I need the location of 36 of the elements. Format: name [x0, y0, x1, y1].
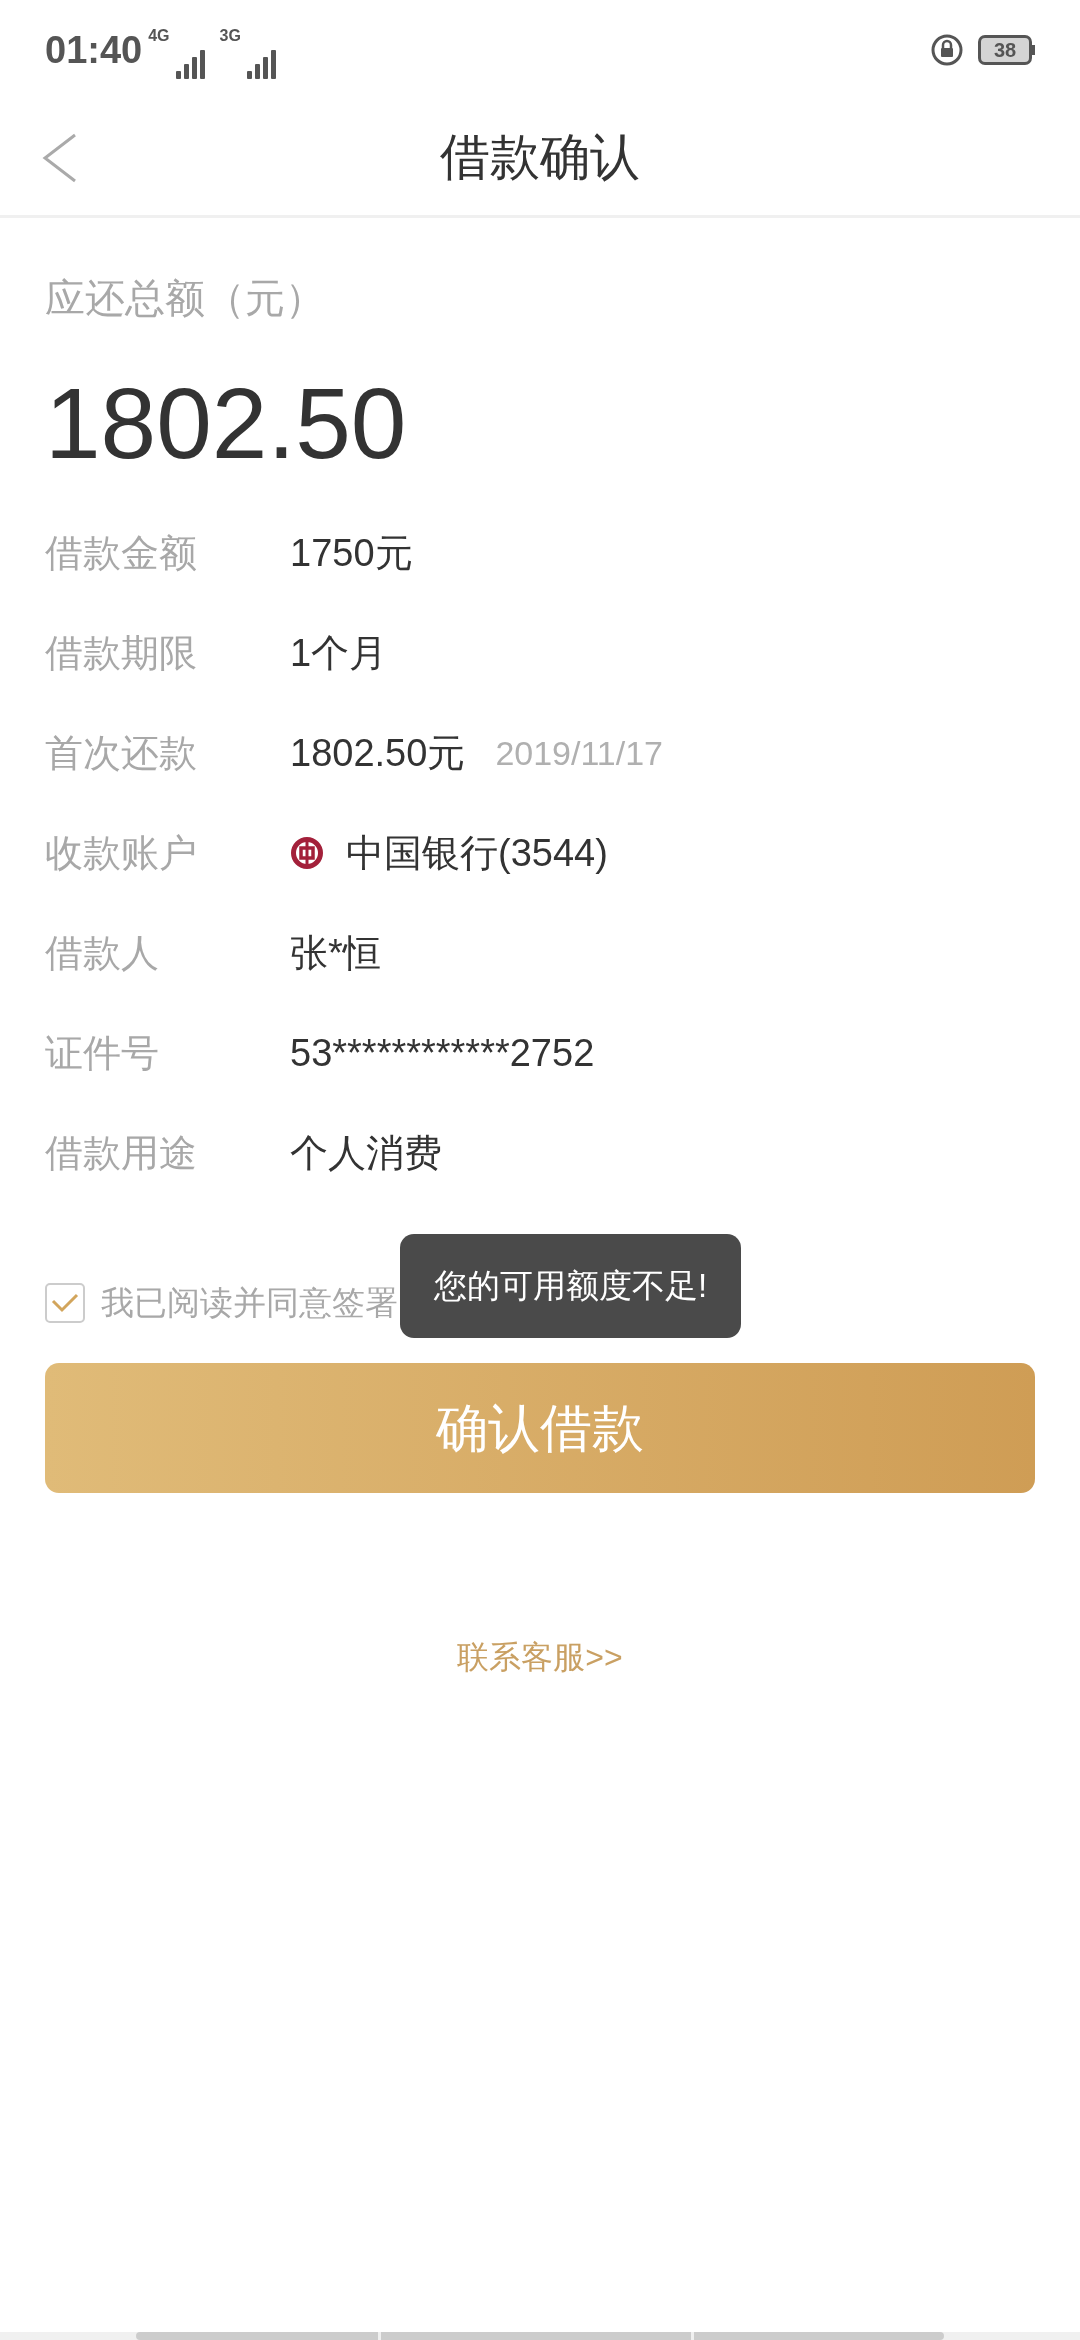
row-label: 首次还款: [45, 730, 198, 776]
row-value: 张*恒: [290, 930, 381, 976]
bank-logo-icon: [290, 836, 324, 870]
row-label: 收款账户: [45, 830, 198, 876]
navigation-bar-segment[interactable]: [136, 2332, 378, 2340]
total-label: 应还总额（元）: [45, 275, 326, 322]
agreement-checkbox[interactable]: [45, 1283, 85, 1323]
confirm-button[interactable]: 确认借款: [45, 1363, 1035, 1493]
navigation-bar-segment[interactable]: [381, 2332, 691, 2340]
rotation-lock-icon: [930, 33, 964, 67]
network-type: 4G: [148, 25, 170, 46]
toast-message: 您的可用额度不足!: [400, 1234, 742, 1338]
status-time: 01:40: [45, 27, 143, 73]
row-value: 1750元: [290, 530, 413, 576]
row-value: 53************2752: [290, 1030, 595, 1076]
battery-level: 38: [993, 38, 1017, 63]
back-icon[interactable]: [42, 132, 78, 183]
check-icon: [51, 1293, 79, 1313]
row-date: 2019/11/17: [495, 732, 664, 774]
row-label: 借款人: [45, 930, 160, 976]
total-amount: 1802.50: [45, 373, 408, 473]
signal-icon: [175, 48, 208, 79]
navigation-bar-segment[interactable]: [694, 2332, 944, 2340]
page-title: 借款确认: [440, 128, 640, 187]
signal-icon: [246, 48, 279, 79]
row-value: 1802.50元: [290, 730, 466, 776]
row-label: 借款期限: [45, 630, 198, 676]
row-value: 个人消费: [290, 1130, 442, 1176]
row-value: 1个月: [290, 630, 388, 676]
row-label: 借款金额: [45, 530, 198, 576]
row-label: 借款用途: [45, 1130, 198, 1176]
row-value: 中国银行(3544): [346, 830, 608, 876]
network-type: 3G: [219, 25, 241, 46]
agreement-text: 我已阅读并同意签署: [101, 1283, 398, 1324]
contact-service-link[interactable]: 联系客服>>: [457, 1633, 623, 1681]
row-label: 证件号: [45, 1030, 160, 1076]
